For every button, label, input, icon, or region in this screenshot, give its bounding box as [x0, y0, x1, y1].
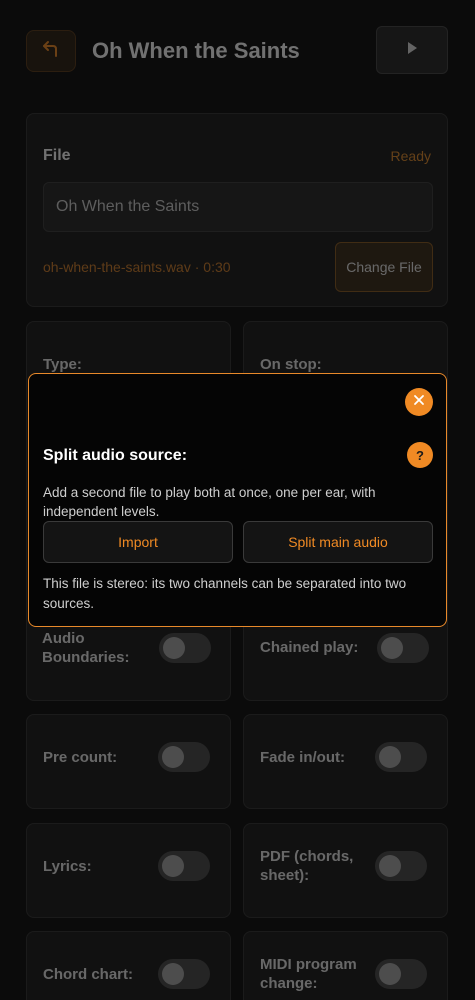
- fade-toggle[interactable]: [375, 742, 427, 772]
- dialog-description: Add a second file to play both at once, …: [43, 485, 376, 519]
- help-button[interactable]: ?: [407, 442, 433, 468]
- chained-play-toggle[interactable]: [377, 633, 429, 663]
- change-file-button[interactable]: Change File: [335, 242, 433, 292]
- file-meta: oh-when-the-saints.wav · 0:30: [43, 259, 231, 275]
- lyrics-toggle[interactable]: [158, 851, 210, 881]
- type-label: Type:: [43, 356, 82, 373]
- file-label: File: [43, 147, 71, 164]
- on-stop-label: On stop:: [260, 356, 322, 373]
- lyrics-label: Lyrics:: [43, 858, 92, 875]
- back-button[interactable]: [26, 30, 76, 72]
- play-icon: [405, 41, 419, 60]
- pre-count-toggle[interactable]: [158, 742, 210, 772]
- close-icon: [413, 393, 425, 411]
- page-title: Oh When the Saints: [92, 38, 300, 63]
- audio-boundaries-toggle[interactable]: [159, 633, 211, 663]
- pre-count-card: Pre count:: [26, 714, 231, 809]
- screen: Oh When the Saints File Ready Oh When th…: [0, 0, 475, 1000]
- fade-label: Fade in/out:: [260, 749, 345, 766]
- split-audio-dialog: Split audio source: ? Add a second file …: [28, 373, 447, 627]
- midi-toggle[interactable]: [375, 959, 427, 989]
- lyrics-card: Lyrics:: [26, 823, 231, 918]
- pdf-label: PDF (chords, sheet):: [260, 848, 354, 884]
- close-button[interactable]: [405, 388, 433, 416]
- chained-play-label: Chained play:: [260, 639, 359, 656]
- chord-chart-toggle[interactable]: [158, 959, 210, 989]
- file-name-field[interactable]: Oh When the Saints: [43, 182, 433, 232]
- import-button[interactable]: Import: [43, 521, 233, 563]
- file-card: File Ready Oh When the Saints oh-when-th…: [26, 113, 448, 307]
- status-badge: Ready: [390, 148, 431, 164]
- chord-chart-card: Chord chart:: [26, 931, 231, 1000]
- split-main-audio-button[interactable]: Split main audio: [243, 521, 433, 563]
- stereo-note: This file is stereo: its two channels ca…: [43, 576, 407, 611]
- pdf-toggle[interactable]: [375, 851, 427, 881]
- dialog-title: Split audio source:: [43, 447, 188, 464]
- pdf-card: PDF (chords, sheet):: [243, 823, 448, 918]
- fade-card: Fade in/out:: [243, 714, 448, 809]
- play-button[interactable]: [376, 26, 448, 74]
- pre-count-label: Pre count:: [43, 749, 118, 766]
- midi-card: MIDI program change:: [243, 931, 448, 1000]
- audio-boundaries-label: Audio Boundaries:: [42, 630, 130, 666]
- chord-chart-label: Chord chart:: [43, 966, 133, 983]
- midi-label: MIDI program change:: [260, 956, 357, 992]
- back-arrow-icon: [42, 40, 60, 63]
